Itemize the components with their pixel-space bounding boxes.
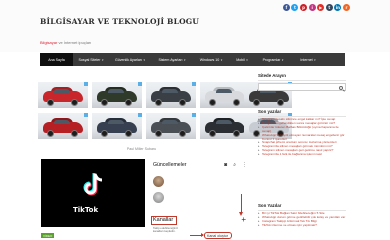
chevron-down-icon: ▾ <box>314 57 316 62</box>
pinterest-icon[interactable]: p <box>300 4 308 11</box>
nav-item-label: Programlar <box>262 57 281 62</box>
status-avatar <box>153 192 164 203</box>
nav-item-label: Güvenlik Ayarları <box>114 57 143 62</box>
nav-bar: Ana Sayfa Sosyal Siteler ▾ Güvenlik Ayarlar… <box>40 53 345 66</box>
nav-item-label: Ana Sayfa <box>48 57 65 62</box>
site-title[interactable]: BİLGİSAYAR VE TEKNOLOJİ BLOGU <box>40 17 200 26</box>
channels-label: Kanallar <box>153 217 174 223</box>
phone-screenshot: Güncellemeler ◙ ⌕ ⋮ Kanallar + Takip ede… <box>149 157 251 240</box>
channels-hint-line: kanalları keşfedin. <box>153 229 176 234</box>
video-thumbnail[interactable]: TikTok <box>41 159 145 227</box>
site-description-rest: ve İnternet ipuçları <box>58 40 92 45</box>
chevron-down-icon: ▾ <box>220 57 223 62</box>
tiktok-logo-icon <box>83 173 103 196</box>
nav-item[interactable]: Mobil ▾ <box>229 53 255 66</box>
ad-car-image[interactable] <box>146 82 196 108</box>
chevron-down-icon: ▾ <box>101 57 104 62</box>
ad-choices-icon[interactable] <box>138 82 142 86</box>
ad-car-image[interactable] <box>146 113 196 139</box>
recent-comments-heading: Son Yazılar <box>258 203 282 208</box>
camera-icon: ◙ <box>224 162 228 168</box>
ad-choices-icon[interactable] <box>192 113 196 117</box>
status-avatar <box>153 176 164 187</box>
chevron-down-icon: ▾ <box>246 57 248 62</box>
annotation-arrow <box>190 233 204 237</box>
more-icon: ⋮ <box>242 162 247 168</box>
chevron-down-icon: ▾ <box>184 57 186 62</box>
social-icons: f t p i ▶ t in r <box>282 4 350 11</box>
nav-item-label: Windows 10 <box>199 57 220 62</box>
search-input[interactable] <box>258 83 346 91</box>
chevron-down-icon: ▾ <box>281 57 284 62</box>
search-icon: ⌕ <box>233 162 236 168</box>
nav-item[interactable]: Internet ▾ <box>291 53 325 66</box>
nav-item[interactable]: Sistem Ayarları ▾ <box>151 53 193 66</box>
nav-item-label: Sistem Ayarları <box>158 57 183 62</box>
tiktok-wordmark: TikTok <box>73 206 99 214</box>
sidebar-post-link[interactable]: TikTok izlenme ve olması için yapılmalı? <box>258 223 348 228</box>
video-tag[interactable]: VİDEO <box>41 233 55 238</box>
chevron-down-icon: ▾ <box>143 57 146 62</box>
nav-item-label: Mobil <box>236 57 245 62</box>
ad-choices-icon[interactable] <box>84 82 88 86</box>
create-channel-label: Kanal oluştur <box>207 233 228 238</box>
search-heading: Sitede Arayın <box>258 73 286 78</box>
linkedin-icon[interactable]: in <box>334 4 342 11</box>
ad-car-image[interactable] <box>38 113 88 139</box>
ad-car-image[interactable] <box>200 113 250 139</box>
youtube-icon[interactable]: ▶ <box>317 4 325 11</box>
ad-car-image[interactable] <box>92 82 142 108</box>
site-description: Bilgisayar ve İnternet ipuçları <box>40 40 91 45</box>
recent-posts-list: Telegram hesabı silinince engel kalkar m… <box>258 117 348 157</box>
ad-grid <box>38 82 292 140</box>
recent-comments-list: Bir iyi TikTok Bağlan Satır bilebileceği… <box>258 211 348 228</box>
ad-choices-icon[interactable] <box>138 113 142 117</box>
rss-icon[interactable]: r <box>343 4 350 11</box>
nav-item[interactable]: Ana Sayfa <box>40 53 73 66</box>
tumblr-icon[interactable]: t <box>325 4 333 11</box>
channels-hint: Takip edebileceğiniz kanalları keşfedin. <box>153 226 178 234</box>
nav-item[interactable]: Windows 10 ▾ <box>193 53 229 66</box>
recent-posts-heading: Son yazılar <box>258 109 282 114</box>
main-nav: Ana Sayfa Sosyal Siteler ▾ Güvenlik Ayarlar… <box>0 53 390 66</box>
nav-item[interactable]: Programlar ▾ <box>255 53 291 66</box>
nav-item[interactable]: Güvenlik Ayarları ▾ <box>109 53 151 66</box>
ad-car-image[interactable] <box>38 82 88 108</box>
panel-icons: ◙ ⌕ ⋮ <box>224 162 247 168</box>
ad-car-image[interactable] <box>200 82 250 108</box>
site-header: f t p i ▶ t in r BİLGİSAYAR VE TEKNOLOJİ BLOGU … <box>0 0 390 52</box>
nav-item-label: Sosyal Siteler <box>78 57 101 62</box>
twitter-icon[interactable]: t <box>291 4 299 11</box>
ad-car-image[interactable] <box>92 113 142 139</box>
search-icon[interactable] <box>339 85 343 90</box>
facebook-icon[interactable]: f <box>282 4 290 11</box>
divider <box>258 80 346 81</box>
site-description-prefix: Bilgisayar <box>40 40 58 45</box>
sidebar-post-link[interactable]: Telegram'da 1 fark ile bağlanma işlemi n… <box>258 152 348 157</box>
instagram-icon[interactable]: i <box>308 4 316 11</box>
add-channel-icon: + <box>241 215 246 224</box>
ad-choices-icon[interactable] <box>192 82 196 86</box>
ad-choices-icon[interactable] <box>84 113 88 117</box>
updates-title: Güncellemeler <box>153 162 187 168</box>
annotation-arrow <box>239 194 243 216</box>
nav-item-label: Internet <box>300 57 313 62</box>
nav-item[interactable]: Sosyal Siteler ▾ <box>73 53 109 66</box>
ad-author[interactable]: Paul Miller Subaru <box>38 147 245 151</box>
